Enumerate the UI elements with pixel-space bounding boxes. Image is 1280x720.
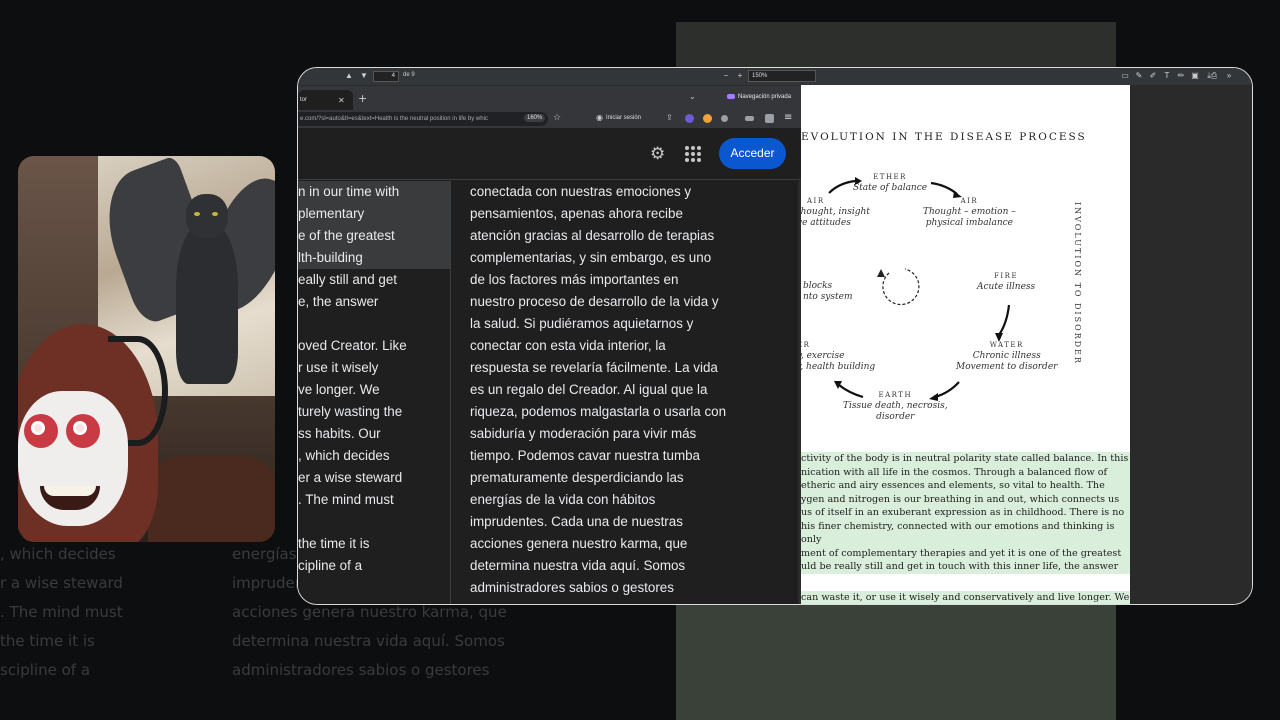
highlight-icon[interactable]: ✐ [1148, 71, 1158, 81]
next-page-icon[interactable]: ▼ [359, 71, 369, 81]
background-document-highlight [676, 600, 1116, 720]
cat-head [186, 194, 228, 238]
tab-search-chevron-down-icon[interactable]: ⌄ [689, 92, 696, 101]
browser-menu-icon[interactable]: ≡ [784, 112, 792, 123]
private-mask-icon [727, 94, 735, 99]
arrow-head-icon [855, 177, 862, 185]
cat-eye [212, 212, 218, 216]
chair [148, 456, 275, 542]
pdf-viewer[interactable]: EVOLUTION IN THE DISEASE PROCESS ETHER S… [801, 85, 1252, 604]
private-mode-badge: Navegación privada [727, 94, 791, 100]
extension-link-icon[interactable] [745, 116, 754, 121]
extension-purple-icon[interactable] [685, 114, 694, 123]
pdf-page: EVOLUTION IN THE DISEASE PROCESS ETHER S… [801, 85, 1130, 604]
page-number-input[interactable]: 4 [373, 71, 399, 82]
mask-teeth [44, 486, 96, 496]
signin-acceder-button[interactable]: Acceder [719, 138, 786, 169]
extension-gray-icon[interactable] [721, 115, 728, 122]
zoom-in-button[interactable]: + [735, 71, 745, 81]
prev-page-icon[interactable]: ▲ [344, 71, 354, 81]
cycle-arrows [828, 177, 1011, 401]
text-tool-icon[interactable]: T [1162, 71, 1172, 81]
share-icon[interactable]: ⇪ [666, 113, 673, 122]
gear-icon[interactable]: ⚙ [650, 145, 668, 163]
image-icon[interactable]: ▣ [1190, 71, 1200, 81]
scrollbar[interactable] [798, 181, 801, 604]
pen-icon[interactable]: ✏ [1176, 71, 1186, 81]
address-bar-row: e.com/?sl=auto&tl=es&text=Health is the … [298, 110, 801, 128]
new-tab-icon[interactable]: + [358, 92, 367, 105]
page-zoom-badge[interactable]: 160% [524, 114, 546, 122]
mask-pupil-left [31, 421, 45, 435]
arrow-head-icon [877, 269, 885, 277]
url-field[interactable]: e.com/?sl=auto&tl=es&text=Health is the … [298, 112, 548, 126]
pane-divider [450, 181, 451, 604]
source-text-pane[interactable]: n in our time with plementary e of the g… [298, 181, 450, 604]
bookmark-star-icon[interactable]: ☆ [553, 113, 561, 123]
browser-window: tor ✕ + ⌄ Navegación privada e.com/?sl=a… [298, 86, 801, 604]
zoom-select[interactable]: 150% [748, 70, 816, 82]
arrow-head-icon [995, 333, 1003, 342]
more-tools-icon[interactable]: » [1224, 71, 1234, 81]
extension-orange-icon[interactable] [703, 114, 712, 123]
tab-bar: tor ✕ + ⌄ Navegación privada [298, 86, 801, 110]
arrow-head-icon [929, 393, 938, 401]
pdf-title: EVOLUTION IN THE DISEASE PROCESS [801, 131, 1087, 143]
pdf-paragraph-1: ctivity of the body is in neutral polari… [801, 452, 1130, 574]
close-tab-icon[interactable]: ✕ [338, 96, 345, 105]
signin-button[interactable]: Iniciar sesión [606, 115, 641, 121]
profile-icon[interactable]: ◉ [596, 113, 603, 122]
arrow-head-icon [834, 381, 842, 389]
comment-icon[interactable]: ▭ [1120, 71, 1130, 81]
translate-header: ⚙ Acceder [298, 128, 801, 180]
pdf-paragraph-2: can waste it, or use it wisely and conse… [801, 591, 1130, 604]
translation-text-pane[interactable]: conectada con nuestras emociones y pensa… [470, 181, 770, 604]
background-text-left: , which decides r a wise steward . The m… [0, 545, 123, 679]
mask-pupil-right [73, 421, 87, 435]
arrow-head-icon [953, 191, 962, 198]
screen-capture: ▲ ▼ 4 de 9 − + 150% ▭ ✎ ✐ T ✏ ▣ ⤓ ⎙ » EV… [297, 67, 1253, 605]
tab-translator[interactable]: tor ✕ [298, 90, 353, 110]
cat-eye [194, 212, 200, 216]
print-icon[interactable]: ⎙ [1209, 71, 1219, 81]
tab-title: tor [300, 97, 308, 103]
pdf-toolbar: ▲ ▼ 4 de 9 − + 150% ▭ ✎ ✐ T ✏ ▣ ⤓ ⎙ » [298, 68, 1252, 85]
zoom-out-button[interactable]: − [721, 71, 731, 81]
cat-body [176, 224, 238, 384]
apps-grid-icon[interactable] [685, 146, 701, 162]
webcam-overlay [18, 156, 275, 542]
page-count: de 9 [403, 72, 415, 78]
side-label: INVOLUTION TO DISORDER [1073, 202, 1082, 365]
extension-puzzle-icon[interactable] [765, 114, 774, 123]
draw-icon[interactable]: ✎ [1134, 71, 1144, 81]
